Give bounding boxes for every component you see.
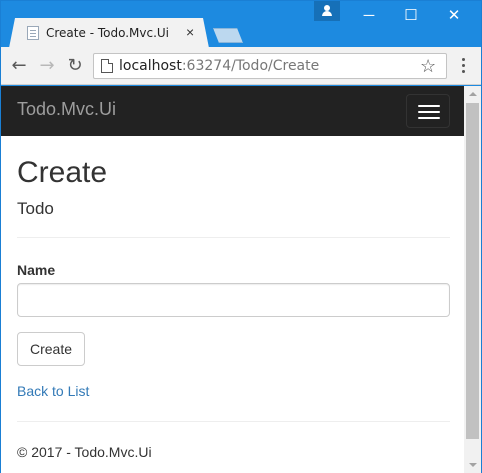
page-subtitle: Todo [17,199,54,218]
reload-icon[interactable]: ↻ [65,56,85,76]
url-host: localhost [119,58,182,74]
page-info-icon[interactable] [101,59,113,73]
name-label: Name [17,262,56,278]
bookmark-star-icon[interactable]: ☆ [420,56,436,76]
url-path: :63274/Todo/Create [181,58,320,74]
hamburger-menu-button[interactable] [406,94,450,128]
browser-window: Create - Todo.Mvc.Ui × ─ ☐ ✕ ← → ↻ local… [0,0,482,473]
close-window-button[interactable]: ✕ [434,1,474,31]
page-favicon-icon [27,26,39,40]
maximize-button[interactable]: ☐ [391,1,431,31]
forward-arrow-icon[interactable]: → [37,56,57,76]
url-text: localhost:63274/Todo/Create [119,58,319,74]
app-navbar: Todo.Mvc.Ui [1,86,464,136]
footer-text: © 2017 - Todo.Mvc.Ui [17,444,152,460]
tab-close-icon[interactable]: × [186,24,194,40]
create-button[interactable]: Create [17,332,85,366]
new-tab-button[interactable] [213,28,243,43]
divider [17,237,450,238]
back-arrow-icon[interactable]: ← [9,56,29,76]
browser-toolbar: ← → ↻ localhost:63274/Todo/Create ☆ [1,47,481,85]
vertical-scrollbar[interactable] [464,86,481,473]
user-icon [322,5,332,17]
scroll-up-arrow-icon[interactable] [464,86,481,103]
name-input[interactable] [17,283,450,317]
scrollbar-thumb[interactable] [466,103,479,439]
minimize-button[interactable]: ─ [349,1,389,31]
user-profile-button[interactable] [314,1,340,21]
page-viewport: Todo.Mvc.Ui Create Todo Name Create Back… [1,86,464,473]
tab-title: Create - Todo.Mvc.Ui [46,26,170,40]
kebab-menu-icon[interactable] [455,55,471,77]
divider [17,421,450,422]
address-bar[interactable]: localhost:63274/Todo/Create ☆ [93,53,447,79]
back-to-list-link[interactable]: Back to List [17,383,89,399]
scroll-down-arrow-icon[interactable] [464,456,481,473]
navbar-brand-link[interactable]: Todo.Mvc.Ui [17,99,116,120]
page-title: Create [17,156,108,189]
tab-create[interactable]: Create - Todo.Mvc.Ui × [9,18,209,48]
title-bar: Create - Todo.Mvc.Ui × ─ ☐ ✕ [1,1,481,48]
